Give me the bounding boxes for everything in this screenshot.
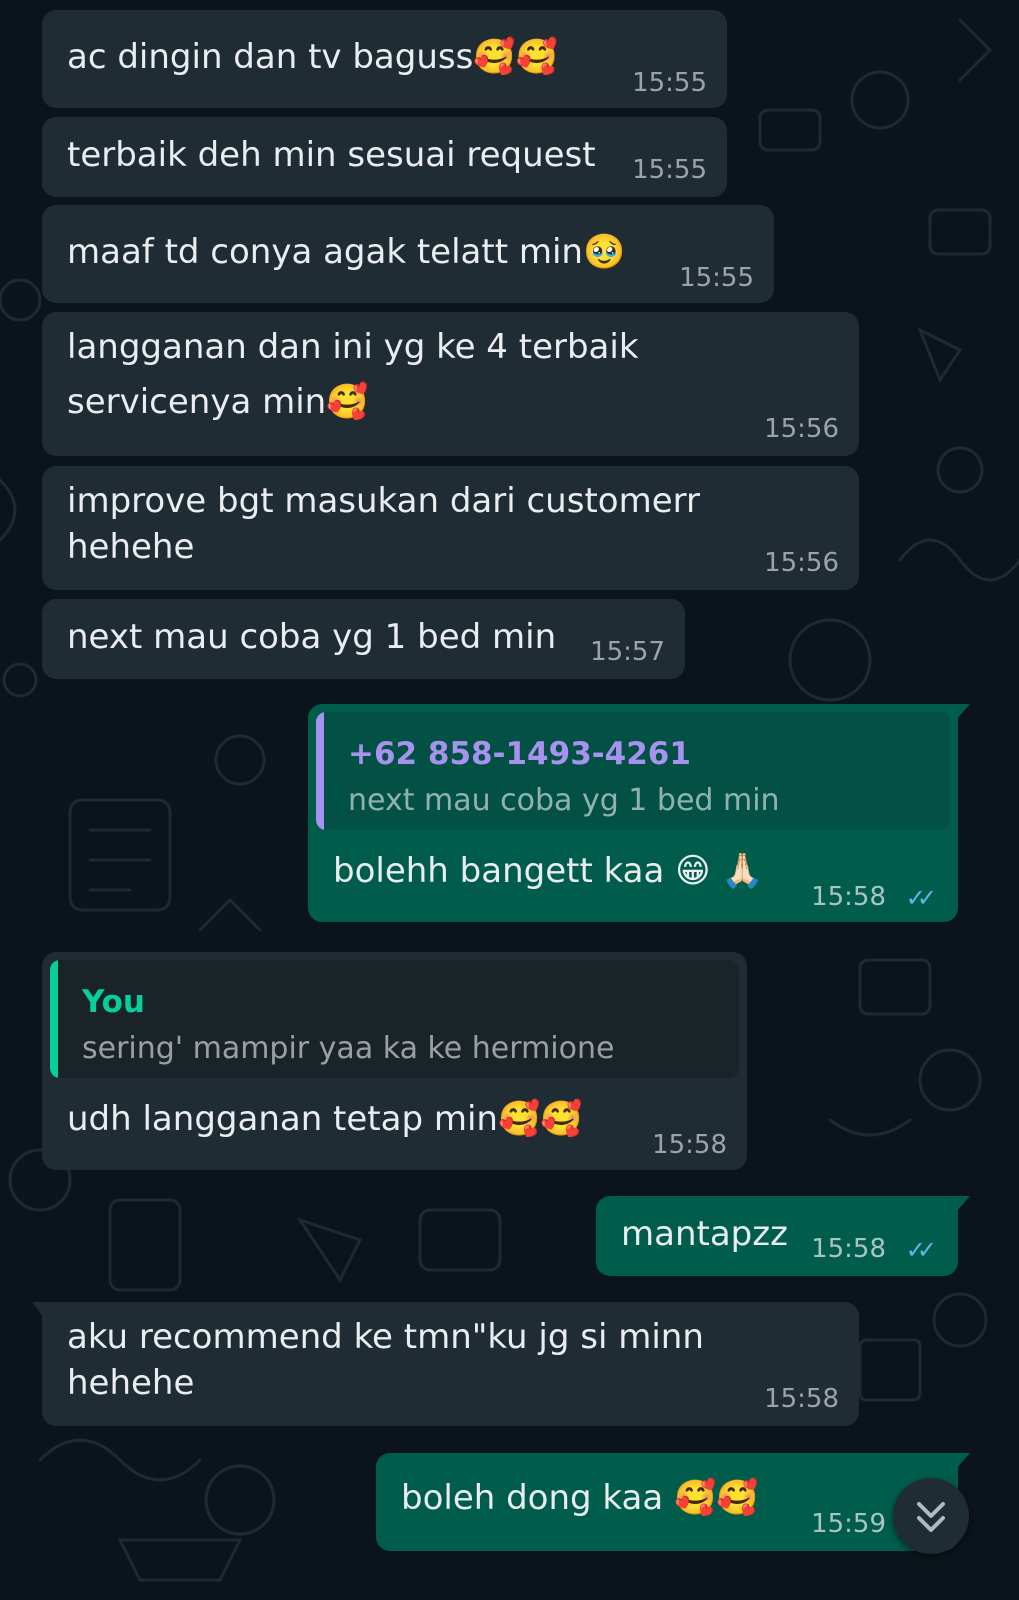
message-bubble-incoming[interactable]: langganan dan ini yg ke 4 terbaik servic… (42, 312, 859, 456)
message-bubble-incoming[interactable]: ac dingin dan tv baguss🥰🥰 15:55 (42, 10, 727, 108)
message-time: 15:55 (679, 263, 754, 293)
message-bubble-incoming[interactable]: aku recommend ke tmn"ku jg si minn heheh… (32, 1302, 859, 1426)
message-text-line-1: improve bgt masukan dari customerr (67, 481, 700, 521)
message-time: 15:56 (764, 548, 839, 578)
message-text: ac dingin dan tv baguss🥰🥰 (67, 37, 558, 77)
message-text: mantapzz (621, 1214, 788, 1254)
message-text-line-2: servicenya min🥰 (67, 382, 369, 422)
message-bubble-incoming[interactable]: terbaik deh min sesuai request 15:55 (42, 117, 727, 197)
message-bubble-incoming[interactable]: You sering' mampir yaa ka ke hermione ud… (42, 952, 747, 1170)
smiling-face-with-hearts-emoji: 🥰 (326, 382, 369, 422)
message-text: boleh dong kaa 🥰🥰 (401, 1478, 759, 1518)
double-check-read-icon: ✓✓ (905, 884, 937, 912)
message-text-line-2: hehehe (67, 527, 195, 567)
message-bubble-outgoing[interactable]: mantapzz 15:58 ✓✓ (596, 1196, 970, 1276)
message-text: bolehh bangett kaa 😁 🙏🏻 (333, 851, 764, 891)
double-chevron-down-icon (917, 1502, 945, 1532)
quote-author: +62 858-1493-4261 (348, 736, 691, 772)
bubble-tail (956, 1453, 970, 1469)
message-time: 15:58 (811, 1234, 886, 1264)
bubble-tail (956, 1196, 970, 1212)
message-bubble-incoming[interactable]: maaf td conya agak telatt min🥹 15:55 (42, 205, 774, 303)
quote-accent-bar (316, 712, 324, 830)
message-time: 15:56 (764, 414, 839, 444)
smiling-face-with-hearts-emoji: 🥰🥰 (497, 1099, 583, 1139)
message-time: 15:57 (590, 637, 665, 667)
pleading-face-emoji: 🥹 (582, 232, 626, 272)
smiling-face-with-hearts-emoji: 🥰🥰 (674, 1478, 759, 1518)
message-time: 15:59 (811, 1509, 886, 1539)
message-text: next mau coba yg 1 bed min (67, 617, 557, 657)
double-check-read-icon: ✓✓ (905, 1236, 937, 1264)
message-time: 15:58 (764, 1384, 839, 1414)
message-time: 15:58 (811, 882, 886, 912)
message-text-line-1: langganan dan ini yg ke 4 terbaik (67, 327, 639, 367)
message-bubble-incoming[interactable]: next mau coba yg 1 bed min 15:57 (42, 599, 685, 679)
bubble-tail (956, 704, 970, 720)
quote-text: sering' mampir yaa ka ke hermione (82, 1031, 615, 1066)
message-time: 15:55 (632, 68, 707, 98)
message-time: 15:58 (652, 1130, 727, 1160)
message-text: terbaik deh min sesuai request (67, 135, 596, 175)
message-text: udh langganan tetap min🥰🥰 (67, 1099, 583, 1139)
message-bubble-incoming[interactable]: improve bgt masukan dari customerr heheh… (42, 466, 859, 590)
quote-text: next mau coba yg 1 bed min (348, 783, 780, 818)
quote-accent-bar (50, 960, 58, 1078)
message-text-line-2: hehehe (67, 1363, 195, 1403)
grinning-and-folded-hands-emoji: 😁 🙏🏻 (675, 851, 764, 891)
message-bubble-outgoing[interactable]: +62 858-1493-4261 next mau coba yg 1 bed… (308, 704, 970, 922)
quoted-message[interactable]: You sering' mampir yaa ka ke hermione (50, 960, 739, 1078)
message-bubble-outgoing[interactable]: boleh dong kaa 🥰🥰 15:59 (376, 1453, 970, 1551)
quoted-message[interactable]: +62 858-1493-4261 next mau coba yg 1 bed… (316, 712, 950, 830)
message-time: 15:55 (632, 155, 707, 185)
scroll-to-bottom-button[interactable] (893, 1478, 969, 1554)
bubble-tail (32, 1302, 44, 1318)
message-text: maaf td conya agak telatt min🥹 (67, 232, 626, 272)
message-text-line-1: aku recommend ke tmn"ku jg si minn (67, 1317, 704, 1357)
quote-author: You (82, 984, 145, 1020)
smiling-face-with-hearts-emoji: 🥰🥰 (473, 37, 558, 77)
